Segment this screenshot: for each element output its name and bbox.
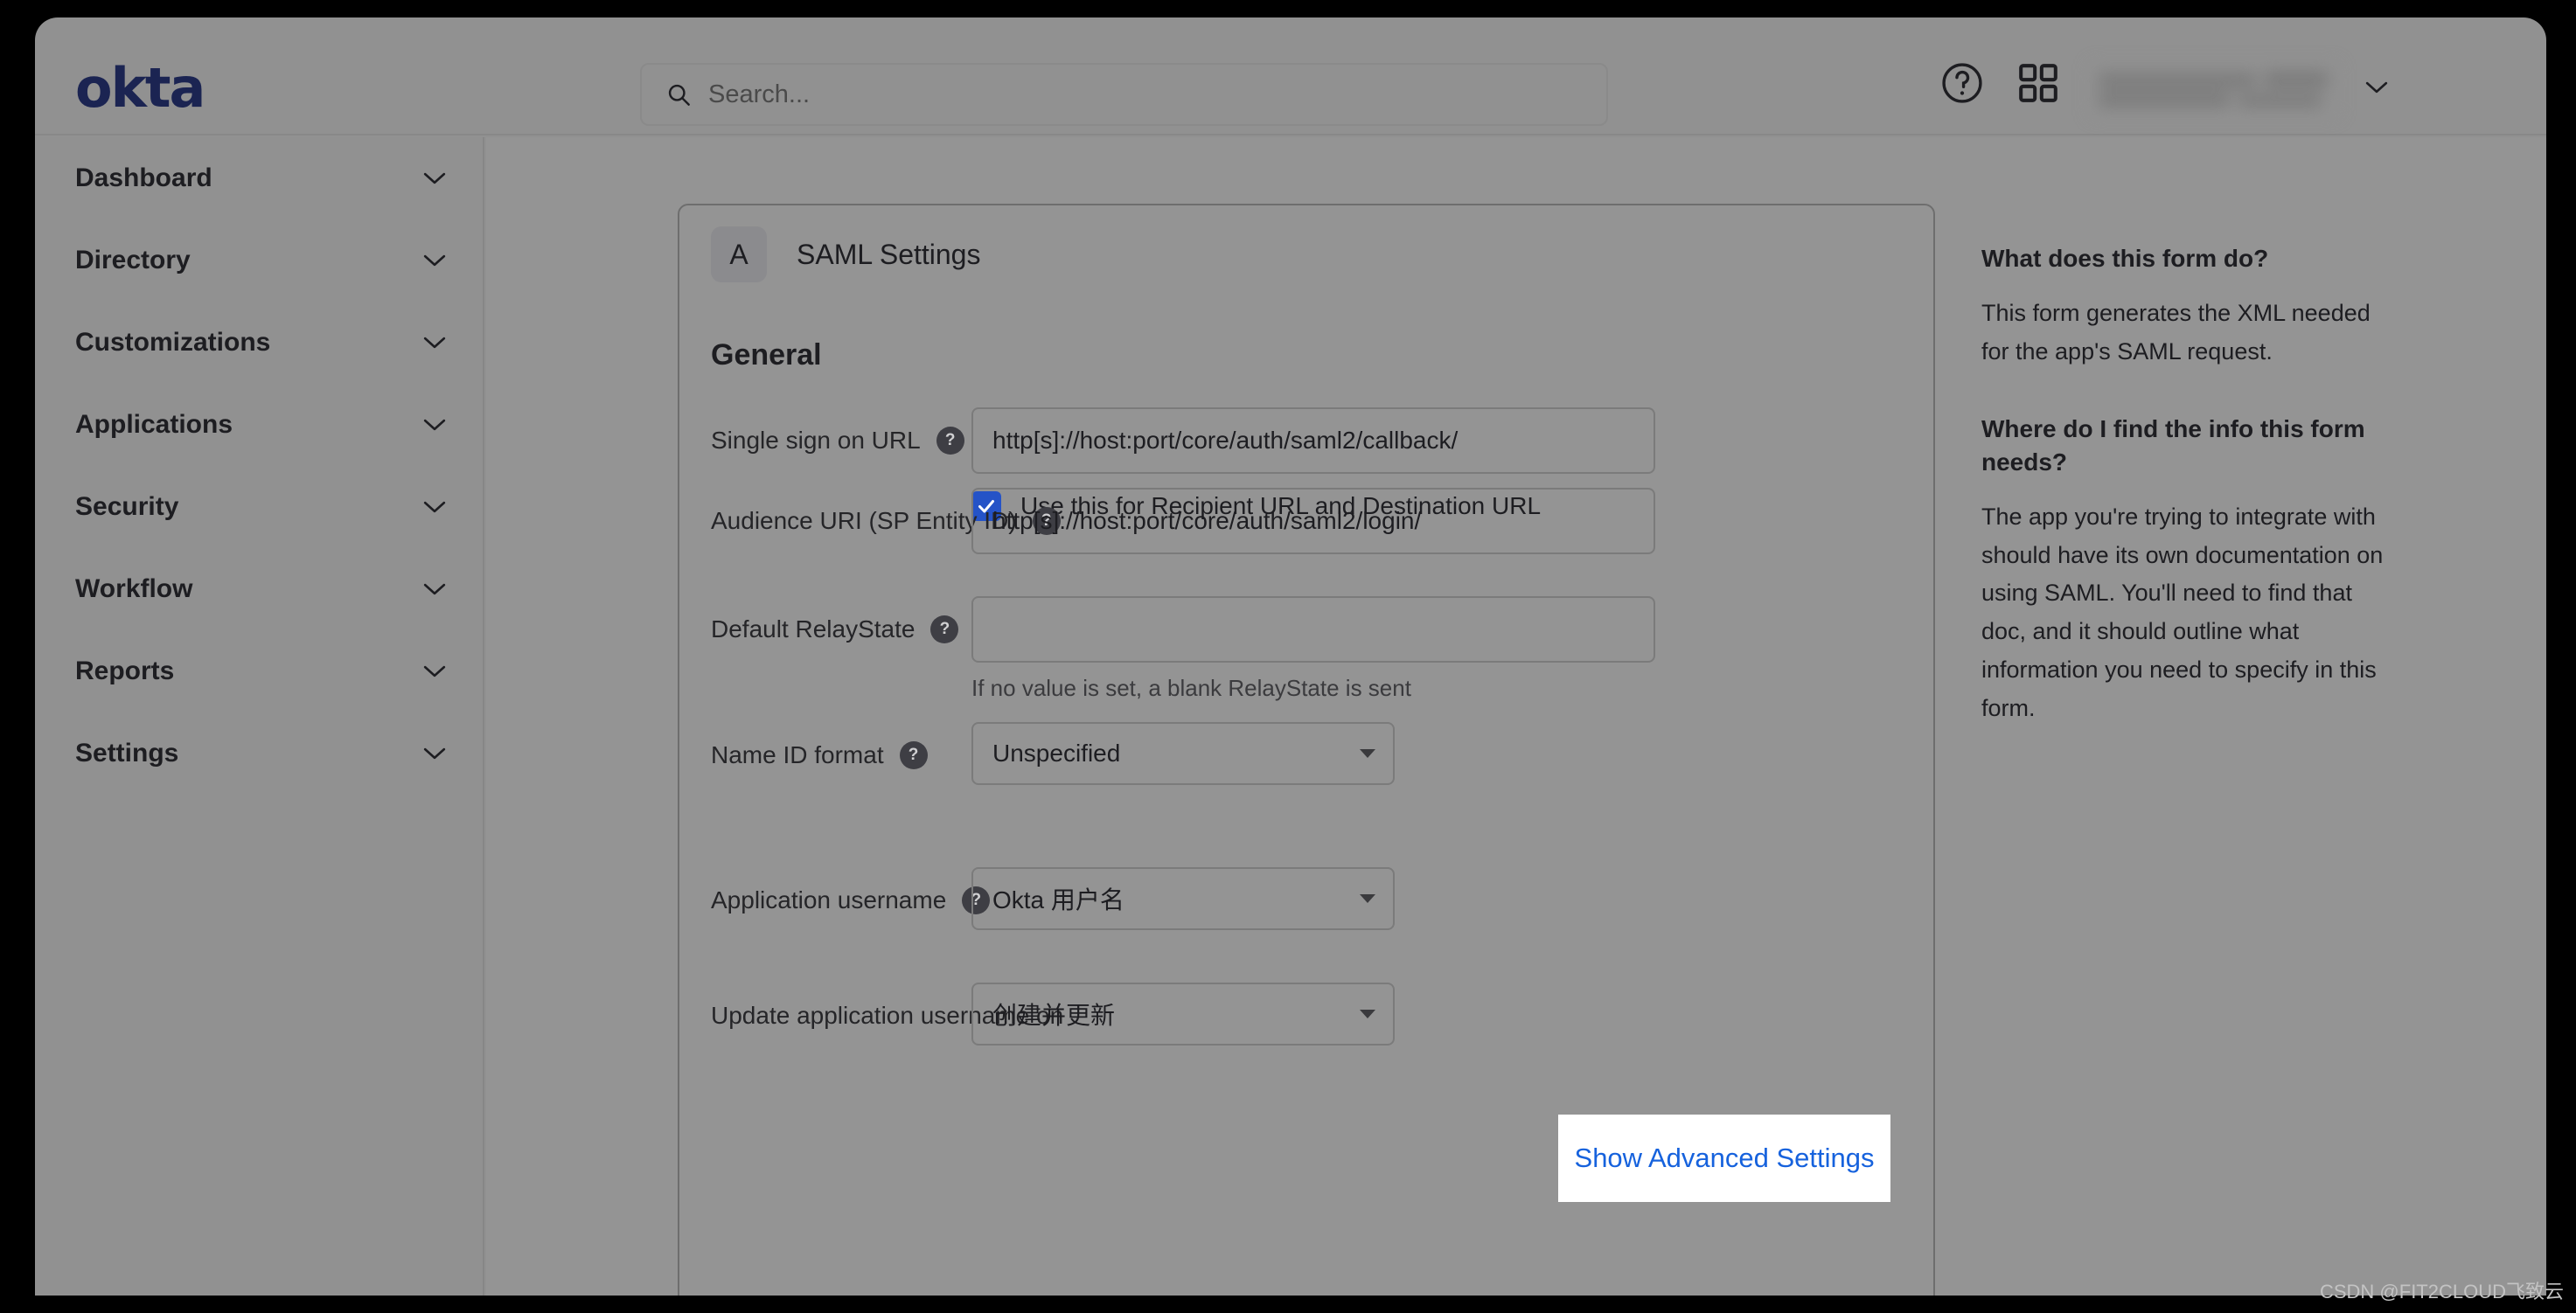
sidebar-item-dashboard[interactable]: Dashboard	[35, 137, 483, 219]
search-input[interactable]: Search...	[640, 63, 1608, 126]
help-icon[interactable]: ?	[930, 615, 959, 643]
name-id-format-select[interactable]: Unspecified	[971, 722, 1395, 785]
sso-url-label: Single sign on URL	[711, 427, 921, 454]
help-body-where-find-info: The app you're trying to integrate with …	[1981, 503, 2384, 721]
chevron-down-icon	[423, 336, 446, 350]
okta-logo[interactable]: okta	[75, 61, 205, 115]
page-title: SAML Settings	[797, 238, 981, 270]
name-id-format-control: Unspecified	[971, 722, 1395, 785]
sidebar-item-label: Applications	[75, 410, 233, 439]
sidebar-item-directory[interactable]: Directory	[35, 219, 483, 302]
application-username-label: Application username	[711, 886, 947, 914]
caret-down-icon	[1360, 1010, 1375, 1018]
chevron-down-icon	[423, 254, 446, 267]
user-account-name-redacted[interactable]	[2090, 63, 2339, 117]
audience-uri-control: http[s]://host:port/core/auth/saml2/logi…	[971, 488, 1655, 554]
application-username-value: Okta 用户名	[992, 886, 1124, 914]
name-id-format-value: Unspecified	[992, 740, 1121, 767]
chevron-down-icon	[423, 664, 446, 678]
top-navigation-bar: okta Search...	[35, 17, 2546, 135]
relaystate-label: Default RelayState	[711, 615, 916, 643]
help-icon[interactable]: ?	[936, 427, 964, 455]
update-username-on-value: 创建并更新	[992, 1002, 1116, 1029]
watermark: CSDN @FIT2CLOUD飞致云	[2319, 1281, 2564, 1303]
application-username-control: Okta 用户名	[971, 867, 1395, 930]
help-panel: What does this form do? This form genera…	[1981, 242, 2392, 769]
caret-down-icon	[1360, 749, 1375, 758]
sidebar-item-label: Customizations	[75, 328, 271, 357]
help-icon[interactable]	[1939, 59, 1986, 107]
relaystate-input[interactable]	[971, 596, 1655, 663]
sidebar-item-settings[interactable]: Settings	[35, 712, 483, 795]
chevron-down-icon	[423, 171, 446, 185]
relaystate-label-wrap: Default RelayState ?	[711, 615, 959, 643]
sidebar-item-label: Dashboard	[75, 163, 212, 192]
sidebar-item-label: Reports	[75, 656, 175, 685]
main-content-area: A SAML Settings General Single sign on U…	[486, 137, 2546, 1296]
user-menu-chevron-down-icon[interactable]	[2365, 80, 2388, 94]
sso-url-label-wrap: Single sign on URL ?	[711, 427, 964, 455]
help-icon[interactable]: ?	[899, 741, 928, 769]
sidebar-item-customizations[interactable]: Customizations	[35, 302, 483, 384]
sidebar-item-workflow[interactable]: Workflow	[35, 548, 483, 630]
section-heading-general: General	[711, 338, 822, 372]
name-id-format-label-wrap: Name ID format ?	[711, 741, 928, 769]
app-grid-icon[interactable]	[2015, 59, 2062, 107]
help-heading-what-does-form-do: What does this form do?	[1981, 245, 2269, 272]
update-username-on-select[interactable]: 创建并更新	[971, 983, 1395, 1046]
application-username-label-wrap: Application username ?	[711, 886, 991, 914]
name-id-format-label: Name ID format	[711, 741, 884, 768]
sidebar-item-label: Workflow	[75, 574, 193, 603]
sidebar-item-reports[interactable]: Reports	[35, 630, 483, 712]
sidebar-item-applications[interactable]: Applications	[35, 384, 483, 466]
relaystate-control: If no value is set, a blank RelayState i…	[971, 596, 1655, 702]
show-advanced-settings-button[interactable]: Show Advanced Settings	[1558, 1115, 1890, 1202]
application-username-select[interactable]: Okta 用户名	[971, 867, 1395, 930]
chevron-down-icon	[423, 418, 446, 432]
chevron-down-icon	[423, 582, 446, 596]
sidebar-item-label: Settings	[75, 739, 179, 768]
help-heading-where-find-info: Where do I find the info this form needs…	[1981, 415, 2365, 476]
app-window: okta Search... Dashboard Directory Custo…	[35, 17, 2546, 1296]
help-body-what-does-form-do: This form generates the XML needed for t…	[1981, 299, 2371, 365]
update-username-on-control: 创建并更新	[971, 983, 1395, 1046]
show-advanced-settings-label: Show Advanced Settings	[1574, 1143, 1875, 1173]
search-icon	[666, 82, 691, 107]
sidebar-navigation: Dashboard Directory Customizations Appli…	[35, 137, 484, 1296]
search-placeholder: Search...	[708, 80, 811, 108]
chevron-down-icon	[423, 747, 446, 761]
sidebar-item-label: Directory	[75, 246, 191, 274]
sidebar-item-security[interactable]: Security	[35, 466, 483, 548]
relaystate-hint: If no value is set, a blank RelayState i…	[971, 675, 1411, 701]
app-avatar: A	[711, 226, 767, 282]
sidebar-item-label: Security	[75, 492, 179, 521]
chevron-down-icon	[423, 500, 446, 514]
card-header: A SAML Settings	[679, 205, 1933, 303]
caret-down-icon	[1360, 894, 1375, 903]
sso-url-input[interactable]: http[s]://host:port/core/auth/saml2/call…	[971, 407, 1655, 474]
audience-uri-input[interactable]: http[s]://host:port/core/auth/saml2/logi…	[971, 488, 1655, 554]
